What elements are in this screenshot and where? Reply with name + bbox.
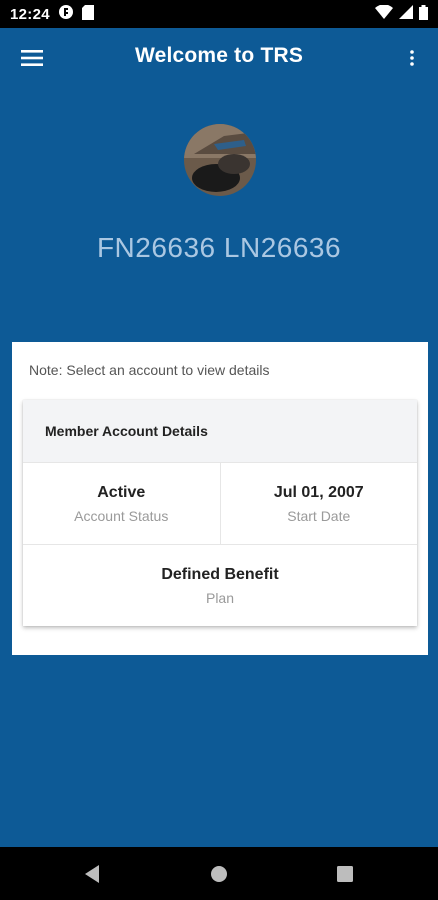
member-account-card[interactable]: Member Account Details Active Account St… xyxy=(23,400,417,626)
select-account-note: Note: Select an account to view details xyxy=(29,362,270,378)
app-title: Welcome to TRS xyxy=(134,44,304,67)
details-row: Active Account Status Jul 01, 2007 Start… xyxy=(23,462,417,544)
back-icon[interactable] xyxy=(79,861,105,887)
start-date-label: Start Date xyxy=(287,507,351,524)
account-status-cell: Active Account Status xyxy=(23,463,220,544)
plan-cell: Defined Benefit Plan xyxy=(23,545,417,626)
user-name: FN26636 LN26636 xyxy=(96,232,342,263)
start-date-cell: Jul 01, 2007 Start Date xyxy=(219,463,418,544)
app-notification-icon xyxy=(58,4,74,24)
start-date-value: Jul 01, 2007 xyxy=(273,483,364,501)
plan-value: Defined Benefit xyxy=(161,565,279,583)
more-vertical-icon[interactable] xyxy=(400,42,424,74)
signal-icon xyxy=(399,5,413,23)
status-time: 12:24 xyxy=(10,5,50,23)
avatar xyxy=(184,124,256,196)
home-icon[interactable] xyxy=(206,861,232,887)
status-right xyxy=(375,4,428,24)
battery-icon xyxy=(419,4,428,24)
account-status-value: Active xyxy=(97,483,146,501)
system-nav-bar xyxy=(0,847,438,900)
card-title: Member Account Details xyxy=(23,400,417,462)
recents-icon[interactable] xyxy=(332,861,358,887)
plan-row: Defined Benefit Plan xyxy=(23,544,417,626)
accounts-panel: Note: Select an account to view details … xyxy=(12,342,428,655)
plan-label: Plan xyxy=(205,589,235,606)
status-left: 12:24 xyxy=(10,4,94,24)
wifi-icon xyxy=(375,4,393,23)
status-bar: 12:24 xyxy=(0,0,438,28)
app-bar: Welcome to TRS xyxy=(0,28,438,88)
sd-card-icon xyxy=(81,4,94,24)
account-status-label: Account Status xyxy=(74,507,169,524)
